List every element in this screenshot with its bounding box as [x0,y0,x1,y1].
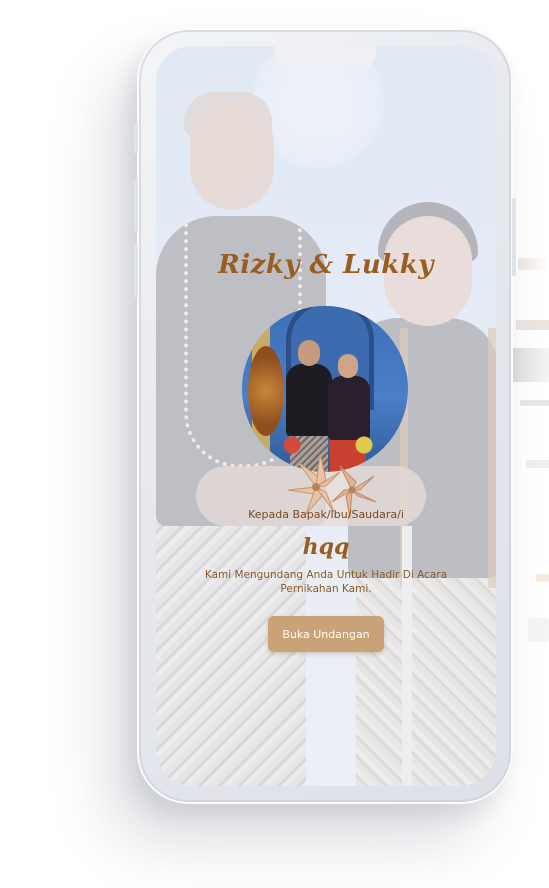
guest-name: hqq [302,534,350,560]
phone-frame: Rizky & Lukky Kepada Bapak/Ibu/Saudara/i… [134,28,516,804]
open-invitation-button[interactable]: Buka Undangan [268,616,384,652]
phone-notch [274,46,376,68]
mockup-stage: Rizky & Lukky Kepada Bapak/Ibu/Saudara/i… [0,0,549,888]
phone-power-button [512,198,516,276]
phone-screen: Rizky & Lukky Kepada Bapak/Ibu/Saudara/i… [156,46,496,786]
phone-volume-up [134,178,138,232]
phone-side-button [134,124,138,154]
couple-title: Rizky & Lukky [218,250,434,280]
greeting-text: Kepada Bapak/Ibu/Saudara/i [248,508,404,521]
phone-volume-down [134,244,138,298]
background-ghost-preview [512,240,549,660]
invitation-message: Kami Mengundang Anda Untuk Hadir Di Acar… [204,569,448,595]
